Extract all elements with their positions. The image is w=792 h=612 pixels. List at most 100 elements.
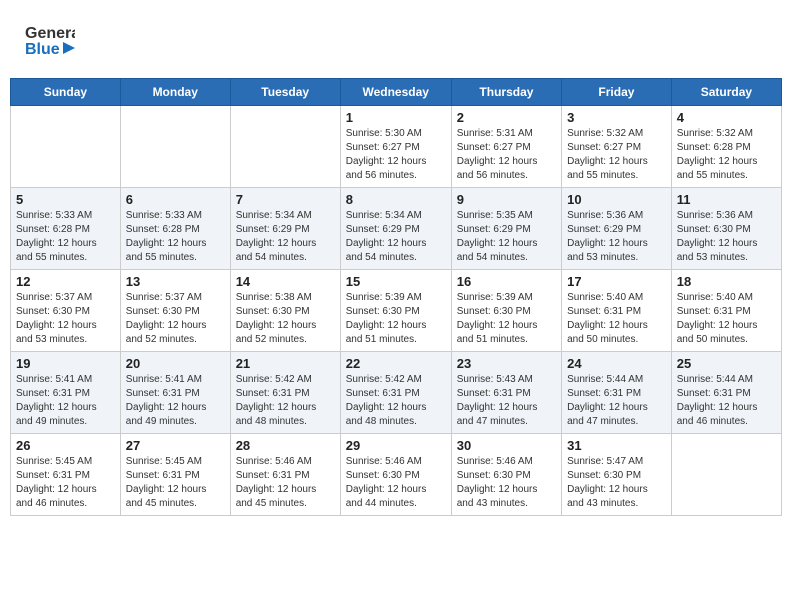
calendar-cell: 31 Sunrise: 5:47 AM Sunset: 6:30 PM Dayli… <box>562 434 672 516</box>
calendar-cell: 30 Sunrise: 5:46 AM Sunset: 6:30 PM Dayli… <box>451 434 561 516</box>
svg-text:Blue: Blue <box>25 41 60 58</box>
calendar-cell: 5 Sunrise: 5:33 AM Sunset: 6:28 PM Daylig… <box>11 188 121 270</box>
day-info: Sunrise: 5:46 AM Sunset: 6:30 PM Dayligh… <box>457 455 556 511</box>
day-info: Sunrise: 5:42 AM Sunset: 6:31 PM Dayligh… <box>346 373 446 429</box>
day-info: Sunrise: 5:38 AM Sunset: 6:30 PM Dayligh… <box>236 291 335 347</box>
day-number: 6 <box>126 192 225 207</box>
day-number: 7 <box>236 192 335 207</box>
day-info: Sunrise: 5:47 AM Sunset: 6:30 PM Dayligh… <box>567 455 666 511</box>
day-number: 18 <box>677 274 776 289</box>
day-info: Sunrise: 5:33 AM Sunset: 6:28 PM Dayligh… <box>126 209 225 265</box>
day-info: Sunrise: 5:31 AM Sunset: 6:27 PM Dayligh… <box>457 127 556 183</box>
calendar-cell: 13Sunrise: 5:37 AM Sunset: 6:30 PM Dayli… <box>120 270 230 352</box>
day-number: 10 <box>567 192 666 207</box>
calendar-cell: 26Sunrise: 5:45 AM Sunset: 6:31 PM Dayli… <box>11 434 121 516</box>
calendar-cell: 2 Sunrise: 5:31 AM Sunset: 6:27 PM Daylig… <box>451 106 561 188</box>
day-info: Sunrise: 5:34 AM Sunset: 6:29 PM Dayligh… <box>236 209 335 265</box>
page-header: General Blue <box>10 10 782 70</box>
day-info: Sunrise: 5:43 AM Sunset: 6:31 PM Dayligh… <box>457 373 556 429</box>
day-info: Sunrise: 5:32 AM Sunset: 6:28 PM Dayligh… <box>677 127 776 183</box>
calendar-cell <box>230 106 340 188</box>
day-info: Sunrise: 5:44 AM Sunset: 6:31 PM Dayligh… <box>677 373 776 429</box>
day-info: Sunrise: 5:37 AM Sunset: 6:30 PM Dayligh… <box>16 291 115 347</box>
day-info: Sunrise: 5:45 AM Sunset: 6:31 PM Dayligh… <box>126 455 225 511</box>
calendar-cell: 18 Sunrise: 5:40 AM Sunset: 6:31 PM Dayli… <box>671 270 781 352</box>
calendar-week-row: 12 Sunrise: 5:37 AM Sunset: 6:30 PM Dayli… <box>11 270 782 352</box>
logo: General Blue <box>25 20 75 65</box>
day-number: 22 <box>346 356 446 371</box>
calendar-day-header: Saturday <box>671 79 781 106</box>
calendar-cell: 10 Sunrise: 5:36 AM Sunset: 6:29 PM Dayli… <box>562 188 672 270</box>
day-number: 17 <box>567 274 666 289</box>
day-info: Sunrise: 5:36 AM Sunset: 6:30 PM Dayligh… <box>677 209 776 265</box>
day-number: 28 <box>236 438 335 453</box>
day-number: 27 <box>126 438 225 453</box>
svg-text:General: General <box>25 25 75 42</box>
calendar-cell: 23 Sunrise: 5:43 AM Sunset: 6:31 PM Dayli… <box>451 352 561 434</box>
calendar-day-header: Wednesday <box>340 79 451 106</box>
day-number: 21 <box>236 356 335 371</box>
day-info: Sunrise: 5:32 AM Sunset: 6:27 PM Dayligh… <box>567 127 666 183</box>
calendar-week-row: 5 Sunrise: 5:33 AM Sunset: 6:28 PM Daylig… <box>11 188 782 270</box>
day-info: Sunrise: 5:44 AM Sunset: 6:31 PM Dayligh… <box>567 373 666 429</box>
day-number: 2 <box>457 110 556 125</box>
calendar-cell: 7 Sunrise: 5:34 AM Sunset: 6:29 PM Daylig… <box>230 188 340 270</box>
calendar-cell: 15 Sunrise: 5:39 AM Sunset: 6:30 PM Dayli… <box>340 270 451 352</box>
calendar-cell: 20 Sunrise: 5:41 AM Sunset: 6:31 PM Dayli… <box>120 352 230 434</box>
calendar-cell: 3 Sunrise: 5:32 AM Sunset: 6:27 PM Daylig… <box>562 106 672 188</box>
day-number: 30 <box>457 438 556 453</box>
day-info: Sunrise: 5:46 AM Sunset: 6:30 PM Dayligh… <box>346 455 446 511</box>
day-number: 14 <box>236 274 335 289</box>
day-number: 31 <box>567 438 666 453</box>
calendar-cell: 16 Sunrise: 5:39 AM Sunset: 6:30 PM Dayli… <box>451 270 561 352</box>
day-info: Sunrise: 5:35 AM Sunset: 6:29 PM Dayligh… <box>457 209 556 265</box>
day-number: 1 <box>346 110 446 125</box>
calendar-week-row: 1Sunrise: 5:30 AM Sunset: 6:27 PM Daylig… <box>11 106 782 188</box>
day-number: 19 <box>16 356 115 371</box>
day-info: Sunrise: 5:41 AM Sunset: 6:31 PM Dayligh… <box>126 373 225 429</box>
day-info: Sunrise: 5:40 AM Sunset: 6:31 PM Dayligh… <box>677 291 776 347</box>
day-number: 9 <box>457 192 556 207</box>
calendar-cell <box>11 106 121 188</box>
calendar-cell: 9 Sunrise: 5:35 AM Sunset: 6:29 PM Daylig… <box>451 188 561 270</box>
day-number: 5 <box>16 192 115 207</box>
day-info: Sunrise: 5:33 AM Sunset: 6:28 PM Dayligh… <box>16 209 115 265</box>
calendar-week-row: 19 Sunrise: 5:41 AM Sunset: 6:31 PM Dayli… <box>11 352 782 434</box>
day-number: 23 <box>457 356 556 371</box>
day-number: 3 <box>567 110 666 125</box>
calendar-table: SundayMondayTuesdayWednesdayThursdayFrid… <box>10 78 782 516</box>
calendar-cell: 1Sunrise: 5:30 AM Sunset: 6:27 PM Daylig… <box>340 106 451 188</box>
calendar-cell: 29 Sunrise: 5:46 AM Sunset: 6:30 PM Dayli… <box>340 434 451 516</box>
day-number: 29 <box>346 438 446 453</box>
day-number: 24 <box>567 356 666 371</box>
day-info: Sunrise: 5:41 AM Sunset: 6:31 PM Dayligh… <box>16 373 115 429</box>
day-info: Sunrise: 5:36 AM Sunset: 6:29 PM Dayligh… <box>567 209 666 265</box>
calendar-cell: 14 Sunrise: 5:38 AM Sunset: 6:30 PM Dayli… <box>230 270 340 352</box>
day-info: Sunrise: 5:40 AM Sunset: 6:31 PM Dayligh… <box>567 291 666 347</box>
day-number: 25 <box>677 356 776 371</box>
day-number: 4 <box>677 110 776 125</box>
day-info: Sunrise: 5:37 AM Sunset: 6:30 PM Dayligh… <box>126 291 225 347</box>
calendar-cell: 19 Sunrise: 5:41 AM Sunset: 6:31 PM Dayli… <box>11 352 121 434</box>
day-number: 15 <box>346 274 446 289</box>
calendar-cell <box>671 434 781 516</box>
calendar-week-row: 26 Sunrise: 5:45 AM Sunset: 6:31 PM Dayli… <box>11 434 782 516</box>
calendar-cell <box>120 106 230 188</box>
calendar-day-header: Friday <box>562 79 672 106</box>
calendar-cell: 17 Sunrise: 5:40 AM Sunset: 6:31 PM Dayli… <box>562 270 672 352</box>
day-number: 16 <box>457 274 556 289</box>
day-info: Sunrise: 5:34 AM Sunset: 6:29 PM Dayligh… <box>346 209 446 265</box>
calendar-cell: 4 Sunrise: 5:32 AM Sunset: 6:28 PM Daylig… <box>671 106 781 188</box>
day-number: 20 <box>126 356 225 371</box>
calendar-cell: 8Sunrise: 5:34 AM Sunset: 6:29 PM Daylig… <box>340 188 451 270</box>
day-info: Sunrise: 5:39 AM Sunset: 6:30 PM Dayligh… <box>457 291 556 347</box>
calendar-cell: 25 Sunrise: 5:44 AM Sunset: 6:31 PM Dayli… <box>671 352 781 434</box>
calendar-cell: 21Sunrise: 5:42 AM Sunset: 6:31 PM Dayli… <box>230 352 340 434</box>
day-number: 12 <box>16 274 115 289</box>
day-info: Sunrise: 5:39 AM Sunset: 6:30 PM Dayligh… <box>346 291 446 347</box>
calendar-day-header: Sunday <box>11 79 121 106</box>
calendar-cell: 6 Sunrise: 5:33 AM Sunset: 6:28 PM Daylig… <box>120 188 230 270</box>
calendar-header-row: SundayMondayTuesdayWednesdayThursdayFrid… <box>11 79 782 106</box>
day-number: 26 <box>16 438 115 453</box>
calendar-day-header: Tuesday <box>230 79 340 106</box>
